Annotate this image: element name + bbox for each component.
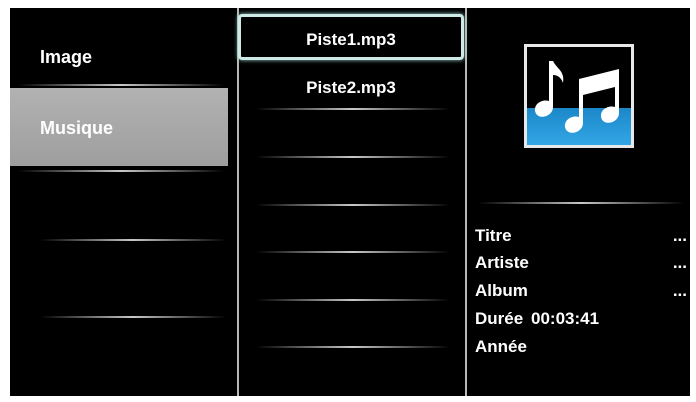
category-image-label: Image bbox=[40, 47, 93, 67]
info-value: 00:03:41 bbox=[531, 309, 600, 328]
info-label: Titre bbox=[475, 226, 512, 245]
info-label: Artiste bbox=[475, 253, 529, 272]
info-divider bbox=[478, 202, 684, 204]
music-notes-icon bbox=[534, 61, 619, 133]
column-divider bbox=[237, 8, 239, 396]
info-row-titre: Titre ... bbox=[475, 226, 687, 250]
info-row-duree: Durée 00:03:41 bbox=[475, 309, 687, 333]
info-value: ... bbox=[672, 253, 687, 272]
info-label: Durée bbox=[475, 309, 524, 328]
file-name: Piste1.mp3 bbox=[306, 30, 396, 49]
file-empty-slot bbox=[256, 299, 450, 301]
album-art-thumbnail bbox=[524, 44, 634, 148]
info-value: ... bbox=[672, 281, 687, 300]
file-item[interactable]: Piste2.mp3 bbox=[238, 68, 464, 108]
column-divider bbox=[465, 8, 467, 396]
category-empty-slot bbox=[40, 316, 226, 318]
info-row-annee: Année bbox=[475, 337, 687, 361]
category-musique-label: Musique bbox=[40, 118, 114, 138]
file-empty-slot bbox=[256, 108, 450, 110]
info-row-artiste: Artiste ... bbox=[475, 253, 687, 277]
file-empty-slot bbox=[256, 204, 450, 206]
info-row-album: Album ... bbox=[475, 281, 687, 305]
file-empty-slot bbox=[256, 346, 450, 348]
category-empty-slot bbox=[40, 239, 226, 241]
media-browser-panel: Image Musique Piste1.mp3 Piste2.mp3 Titr… bbox=[10, 8, 690, 396]
info-value: ... bbox=[672, 226, 687, 245]
category-image[interactable]: Image bbox=[10, 38, 228, 74]
file-name: Piste2.mp3 bbox=[306, 78, 396, 97]
tv-screen: Image Musique Piste1.mp3 Piste2.mp3 Titr… bbox=[0, 0, 696, 402]
file-empty-slot bbox=[256, 156, 450, 158]
file-item[interactable]: Piste1.mp3 bbox=[238, 14, 464, 60]
info-label: Album bbox=[475, 281, 528, 300]
category-divider bbox=[18, 84, 224, 86]
category-divider bbox=[18, 170, 224, 172]
file-empty-slot bbox=[256, 251, 450, 253]
category-musique[interactable]: Musique bbox=[10, 88, 228, 166]
info-label: Année bbox=[475, 337, 527, 356]
